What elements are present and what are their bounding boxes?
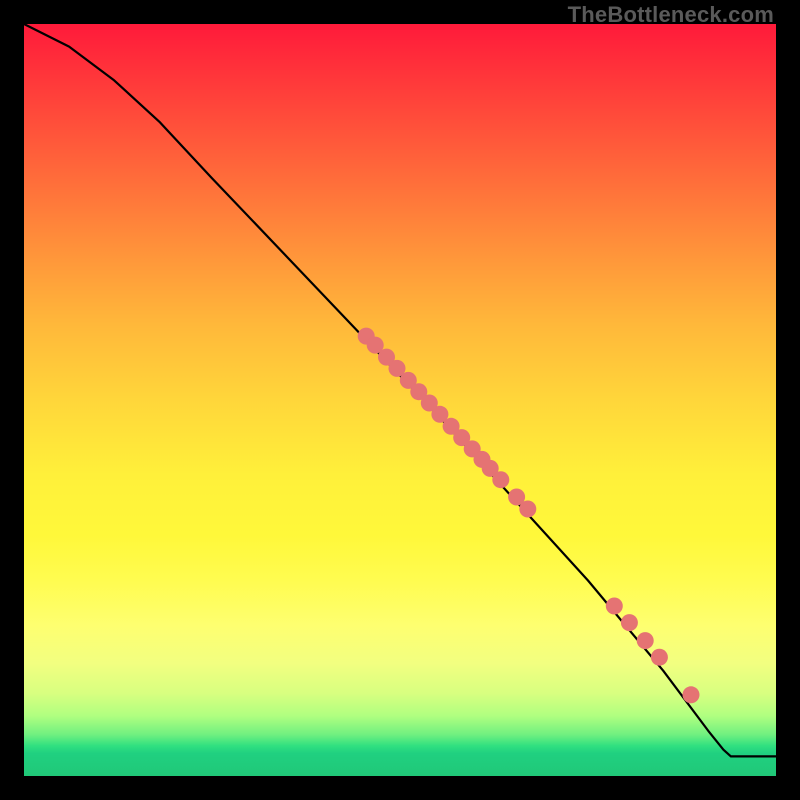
data-markers xyxy=(358,328,700,704)
data-marker xyxy=(519,501,536,518)
chart-svg xyxy=(24,24,776,776)
data-marker xyxy=(606,598,623,615)
data-marker xyxy=(492,471,509,488)
data-marker xyxy=(651,649,668,666)
watermark-text: TheBottleneck.com xyxy=(568,2,774,28)
data-marker xyxy=(637,632,654,649)
chart-frame: TheBottleneck.com xyxy=(0,0,800,800)
data-marker xyxy=(683,686,700,703)
plot-area xyxy=(24,24,776,776)
data-marker xyxy=(621,614,638,631)
curve-line xyxy=(24,24,776,756)
